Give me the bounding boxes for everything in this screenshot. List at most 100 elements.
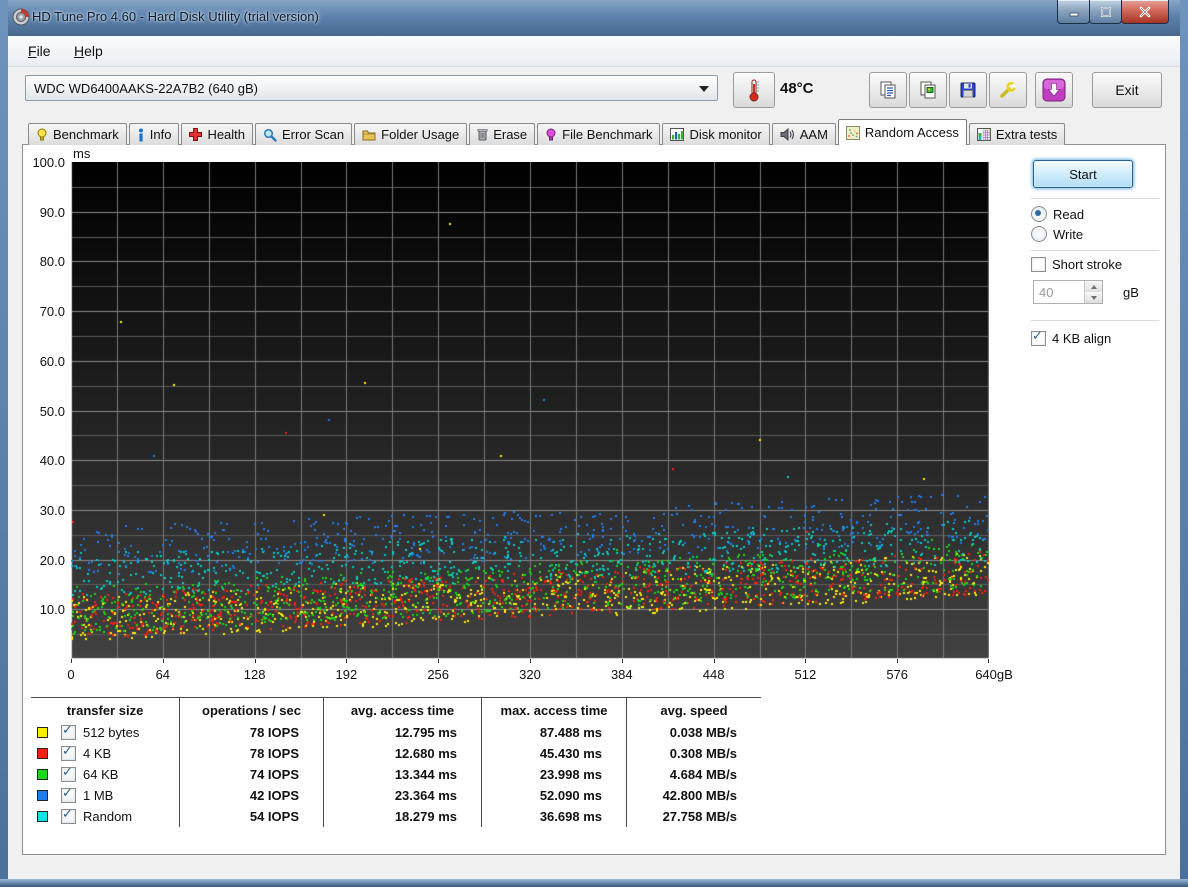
- spinner-buttons: [1084, 281, 1102, 303]
- table-row: 1 MB 42 IOPS 23.364 ms 52.090 ms 42.800 …: [31, 785, 761, 806]
- spin-down-button[interactable]: [1085, 292, 1102, 303]
- y-axis-tick-label: 50.0: [25, 404, 65, 419]
- tab-info[interactable]: Info: [129, 123, 180, 145]
- short-stroke-row[interactable]: Short stroke: [1031, 257, 1122, 272]
- menu-file[interactable]: File: [22, 41, 57, 61]
- write-radio-row[interactable]: Write: [1031, 226, 1083, 242]
- header-avg-access: avg. access time: [323, 698, 481, 722]
- align-row[interactable]: 4 KB align: [1031, 331, 1111, 346]
- ops-value: 78 IOPS: [179, 722, 323, 743]
- health-icon: [189, 128, 202, 141]
- menu-help[interactable]: Help: [68, 41, 109, 61]
- tab-strip: Benchmark Info Health Error Scan Folder …: [28, 121, 1067, 145]
- separator: [1031, 198, 1159, 199]
- series-checkbox[interactable]: [61, 767, 76, 782]
- copy-screenshot-button[interactable]: [909, 72, 947, 108]
- tab-label: Folder Usage: [381, 127, 459, 142]
- random-access-panel: ms 100.090.080.070.060.050.040.030.020.0…: [22, 144, 1166, 855]
- temperature-button[interactable]: [733, 72, 775, 108]
- x-axis-tick-label: 576: [877, 667, 917, 682]
- tab-disk-monitor[interactable]: Disk monitor: [662, 123, 769, 145]
- close-button[interactable]: [1121, 0, 1169, 24]
- tab-health[interactable]: Health: [181, 123, 253, 145]
- y-axis-tick-label: 40.0: [25, 453, 65, 468]
- tab-aam[interactable]: AAM: [772, 123, 836, 145]
- minimize-icon: [1058, 0, 1089, 23]
- write-radio[interactable]: [1031, 226, 1047, 242]
- avg-access-value: 12.795 ms: [323, 722, 481, 743]
- separator: [1031, 320, 1159, 321]
- x-axis-tick: [346, 659, 347, 663]
- x-axis-tick: [805, 659, 806, 663]
- download-arrow-icon: [1042, 78, 1066, 102]
- tab-label: Random Access: [865, 125, 959, 140]
- y-axis-tick-label: 70.0: [25, 304, 65, 319]
- short-stroke-label: Short stroke: [1052, 257, 1122, 272]
- write-label: Write: [1053, 227, 1083, 242]
- start-button[interactable]: Start: [1033, 160, 1133, 188]
- menu-bar: File Help: [8, 36, 1180, 67]
- series-checkbox[interactable]: [61, 788, 76, 803]
- series-color-swatch: [37, 790, 48, 801]
- options-button[interactable]: [989, 72, 1027, 108]
- x-axis-tick: [163, 659, 164, 663]
- tab-folder-usage[interactable]: Folder Usage: [354, 123, 467, 145]
- drive-select-dropdown[interactable]: WDC WD6400AAKS-22A7B2 (640 gB): [25, 75, 718, 101]
- read-radio[interactable]: [1031, 206, 1047, 222]
- folder-icon: [362, 129, 376, 141]
- x-axis-tick-label: 256: [418, 667, 458, 682]
- series-checkbox[interactable]: [61, 725, 76, 740]
- x-axis-tick-label: 192: [326, 667, 366, 682]
- tab-random-access[interactable]: Random Access: [838, 119, 967, 145]
- save-button[interactable]: [949, 72, 987, 108]
- avg-speed-value: 27.758 MB/s: [626, 806, 761, 827]
- short-stroke-size-input[interactable]: 40: [1033, 280, 1103, 304]
- tab-label: Extra tests: [996, 127, 1057, 142]
- app-icon: [12, 8, 30, 26]
- short-stroke-unit-label: gB: [1123, 285, 1139, 300]
- read-label: Read: [1053, 207, 1084, 222]
- tab-erase[interactable]: Erase: [469, 123, 535, 145]
- series-checkbox[interactable]: [61, 809, 76, 824]
- x-axis-tick-label: 512: [785, 667, 825, 682]
- update-button[interactable]: [1035, 72, 1073, 108]
- random-access-scatter-canvas: [71, 162, 989, 659]
- series-color-swatch: [37, 727, 48, 738]
- short-stroke-checkbox[interactable]: [1031, 257, 1046, 272]
- tab-label: Health: [207, 127, 245, 142]
- x-axis-tick: [897, 659, 898, 663]
- series-color-swatch: [37, 748, 48, 759]
- x-axis-tick-label: 384: [602, 667, 642, 682]
- tab-benchmark[interactable]: Benchmark: [28, 123, 127, 145]
- series-checkbox[interactable]: [61, 746, 76, 761]
- x-axis-tick: [530, 659, 531, 663]
- y-axis-tick-label: 80.0: [25, 254, 65, 269]
- table-row: 64 KB 74 IOPS 13.344 ms 23.998 ms 4.684 …: [31, 764, 761, 785]
- x-axis-tick-label: 64: [143, 667, 183, 682]
- avg-speed-value: 0.308 MB/s: [626, 743, 761, 764]
- exit-button[interactable]: Exit: [1092, 72, 1162, 108]
- exit-label: Exit: [1115, 82, 1138, 98]
- max-access-value: 36.698 ms: [481, 806, 626, 827]
- tab-extra-tests[interactable]: Extra tests: [969, 123, 1065, 145]
- header-max-access: max. access time: [481, 698, 626, 722]
- separator: [1031, 250, 1159, 251]
- start-label: Start: [1069, 167, 1096, 182]
- error-scan-icon: [263, 128, 277, 142]
- y-axis-tick-label: 30.0: [25, 503, 65, 518]
- title-bar[interactable]: HD Tune Pro 4.60 - Hard Disk Utility (tr…: [0, 0, 1188, 36]
- y-axis-tick-label: 90.0: [25, 205, 65, 220]
- maximize-button[interactable]: [1089, 0, 1122, 24]
- drive-select-value: WDC WD6400AAKS-22A7B2 (640 gB): [34, 81, 258, 96]
- avg-speed-value: 42.800 MB/s: [626, 785, 761, 806]
- tab-file-benchmark[interactable]: File Benchmark: [537, 123, 660, 145]
- tab-error-scan[interactable]: Error Scan: [255, 123, 352, 145]
- align-checkbox[interactable]: [1031, 331, 1046, 346]
- x-axis-tick-label: 128: [235, 667, 275, 682]
- copy-text-button[interactable]: [869, 72, 907, 108]
- close-icon: [1122, 0, 1168, 23]
- x-axis-tick: [71, 659, 72, 663]
- save-icon: [958, 80, 978, 100]
- minimize-button[interactable]: [1057, 0, 1090, 24]
- read-radio-row[interactable]: Read: [1031, 206, 1084, 222]
